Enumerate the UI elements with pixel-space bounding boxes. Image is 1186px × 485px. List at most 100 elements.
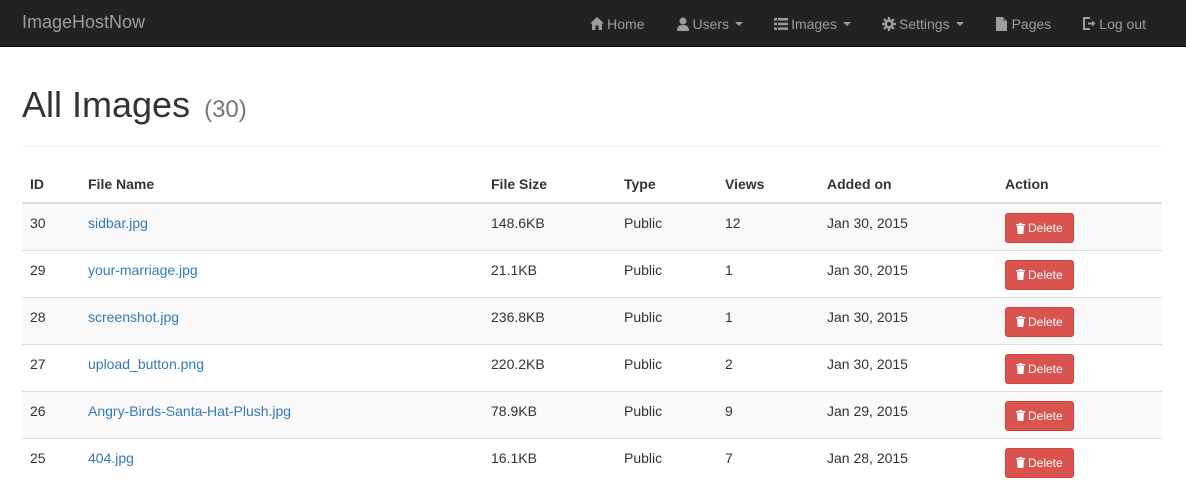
page-header: All Images (30) <box>22 83 1162 146</box>
cell-file-size: 236.8KB <box>483 296 616 344</box>
delete-button[interactable]: Delete <box>1005 306 1074 337</box>
user-icon <box>675 16 691 32</box>
column-header-action: Action <box>997 165 1162 204</box>
delete-button-label: Delete <box>1028 267 1063 282</box>
cell-file-size: 21.1KB <box>483 249 616 297</box>
cell-action: Delete <box>997 203 1162 250</box>
cell-file-size: 220.2KB <box>483 343 616 391</box>
cell-type: Public <box>616 343 717 391</box>
cell-views: 12 <box>717 203 819 250</box>
cell-file-name: Angry-Birds-Santa-Hat-Plush.jpg <box>80 390 483 438</box>
cell-views: 1 <box>717 296 819 344</box>
cell-type: Public <box>616 437 717 485</box>
table-row: 29 your-marriage.jpg 21.1KB Public 1 Jan… <box>22 249 1162 297</box>
cell-views: 9 <box>717 390 819 438</box>
nav-item-settings[interactable]: Settings <box>866 0 979 47</box>
chevron-down-icon <box>735 21 744 26</box>
brand-link[interactable]: ImageHostNow <box>22 12 145 32</box>
cell-action: Delete <box>997 437 1162 485</box>
logout-icon <box>1081 16 1097 32</box>
cell-file-size: 78.9KB <box>483 390 616 438</box>
cell-action: Delete <box>997 249 1162 297</box>
cell-added-on: Jan 28, 2015 <box>819 437 997 485</box>
cell-file-size: 148.6KB <box>483 203 616 250</box>
nav-item-label: Log out <box>1099 15 1146 32</box>
chevron-down-icon <box>955 21 964 26</box>
column-header-file-size: File Size <box>483 165 616 204</box>
page-title-text: All Images <box>22 84 191 125</box>
cell-type: Public <box>616 390 717 438</box>
cell-id: 25 <box>22 437 80 485</box>
cell-id: 27 <box>22 343 80 391</box>
delete-button[interactable]: Delete <box>1005 447 1074 478</box>
cell-type: Public <box>616 296 717 344</box>
cell-file-size: 16.1KB <box>483 437 616 485</box>
nav-item-label: Images <box>791 15 837 32</box>
file-link[interactable]: 404.jpg <box>88 450 134 466</box>
table-header-row: ID File Name File Size Type Views Added … <box>22 165 1162 204</box>
list-icon <box>773 16 789 32</box>
chevron-down-icon <box>842 21 851 26</box>
delete-button[interactable]: Delete <box>1005 353 1074 384</box>
file-link[interactable]: sidbar.jpg <box>88 215 148 231</box>
cell-added-on: Jan 30, 2015 <box>819 203 997 250</box>
table-row: 28 screenshot.jpg 236.8KB Public 1 Jan 3… <box>22 296 1162 344</box>
file-icon <box>994 16 1010 32</box>
column-header-file-name: File Name <box>80 165 483 204</box>
trash-icon <box>1016 316 1025 327</box>
cell-id: 28 <box>22 296 80 344</box>
cell-added-on: Jan 30, 2015 <box>819 296 997 344</box>
table-row: 30 sidbar.jpg 148.6KB Public 12 Jan 30, … <box>22 203 1162 250</box>
nav-item-label: Settings <box>898 15 950 32</box>
nav-item-home[interactable]: Home <box>574 0 659 47</box>
cell-file-name: 404.jpg <box>80 437 483 485</box>
cell-added-on: Jan 29, 2015 <box>819 390 997 438</box>
trash-icon <box>1016 457 1025 468</box>
file-link[interactable]: your-marriage.jpg <box>88 262 198 278</box>
cell-added-on: Jan 30, 2015 <box>819 343 997 391</box>
cell-views: 7 <box>717 437 819 485</box>
cell-added-on: Jan 30, 2015 <box>819 249 997 297</box>
nav-item-pages[interactable]: Pages <box>979 0 1067 47</box>
cell-type: Public <box>616 249 717 297</box>
delete-button-label: Delete <box>1028 455 1063 470</box>
delete-button[interactable]: Delete <box>1005 213 1074 243</box>
delete-button[interactable]: Delete <box>1005 400 1074 431</box>
nav-item-logout[interactable]: Log out <box>1066 0 1186 47</box>
gear-icon <box>881 16 897 32</box>
file-link[interactable]: upload_button.png <box>88 356 204 372</box>
cell-type: Public <box>616 203 717 250</box>
file-link[interactable]: screenshot.jpg <box>88 309 179 325</box>
cell-action: Delete <box>997 343 1162 391</box>
column-header-id: ID <box>22 165 80 204</box>
trash-icon <box>1016 222 1025 234</box>
image-count: (30) <box>204 96 247 123</box>
cell-id: 29 <box>22 249 80 297</box>
top-navbar: ImageHostNow Home Users Images Settings … <box>0 0 1186 47</box>
nav-item-label: Users <box>692 15 730 32</box>
trash-icon <box>1016 363 1025 374</box>
file-link[interactable]: Angry-Birds-Santa-Hat-Plush.jpg <box>88 403 291 419</box>
delete-button-label: Delete <box>1028 361 1063 376</box>
cell-file-name: upload_button.png <box>80 343 483 391</box>
table-row: 26 Angry-Birds-Santa-Hat-Plush.jpg 78.9K… <box>22 390 1162 438</box>
images-table: ID File Name File Size Type Views Added … <box>22 165 1162 485</box>
delete-button-label: Delete <box>1028 221 1063 235</box>
nav-item-label: Pages <box>1011 15 1052 32</box>
trash-icon <box>1016 410 1025 421</box>
delete-button-label: Delete <box>1028 314 1063 329</box>
delete-button[interactable]: Delete <box>1005 259 1074 290</box>
table-row: 25 404.jpg 16.1KB Public 7 Jan 28, 2015 … <box>22 437 1162 485</box>
nav-item-users[interactable]: Users <box>660 0 759 47</box>
nav-item-images[interactable]: Images <box>758 0 866 47</box>
cell-views: 2 <box>717 343 819 391</box>
cell-file-name: screenshot.jpg <box>80 296 483 344</box>
cell-id: 30 <box>22 203 80 250</box>
cell-action: Delete <box>997 390 1162 438</box>
nav-menu: Home Users Images Settings Pages Log out <box>574 0 1186 47</box>
column-header-views: Views <box>717 165 819 204</box>
cell-id: 26 <box>22 390 80 438</box>
trash-icon <box>1016 269 1025 280</box>
cell-action: Delete <box>997 296 1162 344</box>
cell-file-name: your-marriage.jpg <box>80 249 483 297</box>
